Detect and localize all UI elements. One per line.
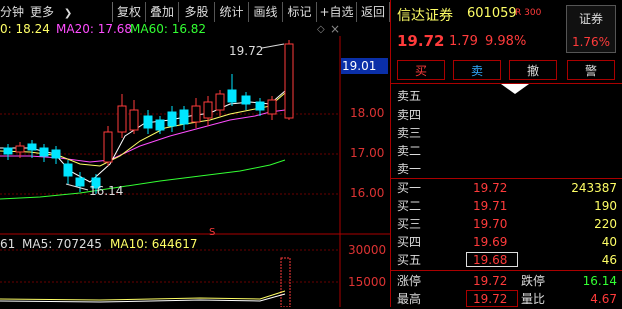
more-menu[interactable]: 更多 ❯	[30, 3, 78, 20]
price-label-18: 18.00	[350, 106, 385, 120]
candle-body-20	[255, 101, 265, 111]
vol-label-15000: 15000	[348, 275, 387, 289]
candle-body-3	[39, 147, 49, 157]
adjust-button[interactable]: 复权	[112, 2, 145, 22]
candle-body-18	[227, 89, 237, 103]
low-mark: 16.14	[89, 184, 123, 198]
high-mark: 19.72	[229, 44, 263, 58]
limit-row: 涨停 19.72 跌停 16.14	[397, 274, 617, 288]
candle-body-17	[215, 93, 225, 111]
toolbar-left: 分钟 更多 ❯	[0, 0, 84, 22]
quote-panel: 信达证券 601059 R 300 证券 1.76% 19.72 1.79 9.…	[390, 0, 622, 307]
candle-body-12	[155, 119, 165, 131]
mark-button[interactable]: 标记	[282, 2, 316, 22]
sell-level-1: 卖一	[397, 162, 422, 176]
close-icon[interactable]: ×	[330, 22, 340, 36]
s-marker: S	[209, 227, 215, 238]
kline-chart[interactable]: 19.72 16.14 S	[0, 36, 390, 307]
buy-level-2: 买二 19.71 190	[397, 199, 617, 213]
stock-tag: R 300	[515, 8, 542, 18]
price-label-16: 16.00	[350, 186, 385, 200]
buy-level-4: 买四 19.69 40	[397, 235, 617, 249]
ma5-line	[0, 90, 286, 183]
vol-ma5: MA5: 707245	[22, 237, 102, 251]
sector-name: 证券	[578, 12, 603, 26]
stats-button[interactable]: 统计	[214, 2, 248, 22]
candle-body-1	[15, 145, 25, 153]
candle-body-16	[203, 101, 213, 119]
more-label: 更多	[30, 4, 55, 19]
candle-body-8	[103, 131, 113, 163]
candle-body-4	[51, 149, 61, 159]
candle-body-15	[191, 105, 201, 123]
sell-level-2: 卖二	[397, 144, 422, 158]
price-change: 1.79	[449, 34, 478, 49]
alert-button[interactable]: 警	[567, 60, 615, 80]
candle-body-6	[75, 177, 85, 187]
price-label-17: 17.00	[350, 146, 385, 160]
candle-body-0	[3, 147, 13, 155]
current-price-tag: 19.01	[341, 58, 388, 74]
buy-level-1: 买一 19.72 243387	[397, 181, 617, 195]
candle-body-22	[284, 43, 294, 119]
multi-stock-button[interactable]: 多股	[178, 2, 214, 22]
candle-body-14	[179, 109, 189, 125]
period-label[interactable]: 分钟	[0, 3, 24, 20]
buy-level-5: 买五 19.68 46	[397, 252, 617, 267]
candle-body-21	[267, 99, 277, 115]
draw-line-button[interactable]: 画线	[248, 2, 282, 22]
add-watchlist-button[interactable]: +自选	[316, 2, 356, 22]
ma60-line	[0, 159, 286, 200]
chevron-right-icon: ❯	[63, 7, 73, 19]
candle-body-5	[63, 163, 73, 177]
vol-label-30000: 30000	[348, 243, 387, 257]
candle-body-10	[129, 109, 139, 131]
overlay-button[interactable]: 叠加	[145, 2, 178, 22]
sell-button[interactable]: 卖	[453, 60, 501, 80]
price-change-pct: 9.98%	[485, 34, 527, 49]
sell-level-5: 卖五	[397, 89, 422, 103]
candle-body-2	[27, 143, 37, 151]
candle-body-13	[167, 111, 177, 127]
stock-name: 信达证券	[397, 8, 453, 24]
vol-ma10: MA10: 644617	[110, 237, 198, 251]
buy-level-3: 买三 19.70 220	[397, 217, 617, 231]
high-row: 最高 19.72 量比 4.67	[397, 290, 617, 307]
vol-value: 61	[0, 237, 16, 251]
candle-body-9	[117, 105, 127, 133]
buy-button[interactable]: 买	[397, 60, 445, 80]
back-button[interactable]: 返回	[356, 2, 390, 22]
current-price: 19.72	[397, 32, 445, 50]
stock-code: 601059	[467, 6, 517, 21]
sector-pct: 1.76%	[571, 35, 611, 49]
candle-body-19	[241, 95, 251, 105]
sell-level-4: 卖四	[397, 108, 422, 122]
candle-body-11	[143, 115, 153, 129]
diamond-icon[interactable]: ◇	[317, 24, 325, 35]
cancel-order-button[interactable]: 撤	[509, 60, 557, 80]
sector-badge[interactable]: 证券 1.76%	[566, 5, 616, 53]
sell-level-3: 卖三	[397, 126, 422, 140]
